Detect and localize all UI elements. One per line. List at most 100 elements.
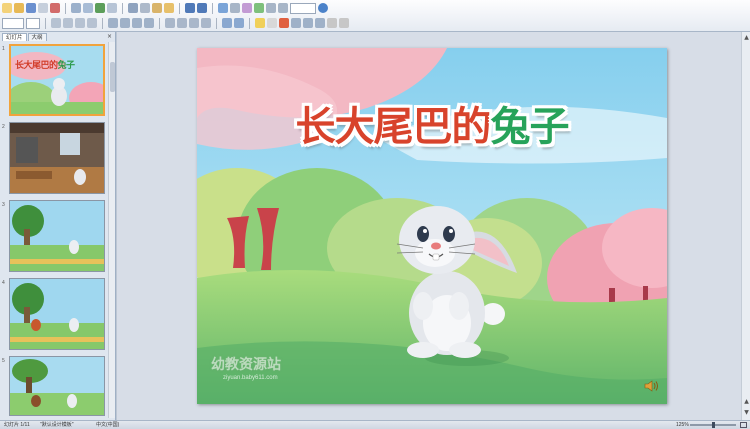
toolbar-divider bbox=[216, 17, 217, 29]
tab-outline[interactable]: 大纲 bbox=[27, 33, 47, 41]
template-name: "默认设计模板" bbox=[40, 422, 74, 428]
thumbnail-1-art bbox=[11, 46, 103, 114]
numbering-icon[interactable] bbox=[165, 18, 175, 28]
status-bar: 幻灯片 1/11 "默认设计模板" 中文(中国) 125% bbox=[0, 420, 750, 429]
thumbnail-4-art bbox=[10, 279, 104, 349]
thumbnail-title-part2: 兔子 bbox=[57, 61, 76, 71]
toolbar-row-formatting bbox=[2, 16, 349, 30]
panel-tabs: 幻灯片 大纲 bbox=[0, 32, 116, 41]
panel-scrollbar-thumb[interactable] bbox=[110, 62, 115, 92]
insert-wordart-icon[interactable] bbox=[242, 3, 252, 13]
new-icon[interactable] bbox=[2, 3, 12, 13]
decrease-font-icon[interactable] bbox=[201, 18, 211, 28]
open-icon[interactable] bbox=[14, 3, 24, 13]
shadow-icon[interactable] bbox=[87, 18, 97, 28]
cut-icon[interactable] bbox=[128, 3, 138, 13]
slide-number: 1 bbox=[2, 46, 5, 52]
design-icon[interactable] bbox=[222, 18, 232, 28]
slide-number: 4 bbox=[2, 280, 5, 286]
tab-slides[interactable]: 幻灯片 bbox=[2, 33, 27, 41]
3d-style-icon[interactable] bbox=[339, 18, 349, 28]
toolbar-divider bbox=[102, 17, 103, 29]
toolbar-divider bbox=[212, 2, 213, 14]
panel-scrollbar[interactable] bbox=[108, 42, 115, 418]
toolbar bbox=[0, 0, 750, 32]
slide-number: 3 bbox=[2, 202, 5, 208]
thumbnail-3-art bbox=[10, 201, 104, 271]
slide-thumbnail-2[interactable] bbox=[9, 122, 105, 194]
font-name-select[interactable] bbox=[2, 17, 24, 29]
help-icon[interactable] bbox=[318, 3, 328, 13]
thumbnail-1-title: 长大尾巴的兔子 bbox=[15, 58, 75, 71]
underline-icon[interactable] bbox=[75, 18, 85, 28]
fill-color-icon[interactable] bbox=[255, 18, 265, 28]
insert-picture-icon[interactable] bbox=[254, 3, 264, 13]
print-icon[interactable] bbox=[71, 3, 81, 13]
undo-icon[interactable] bbox=[185, 3, 195, 13]
slide-thumbnail-3[interactable] bbox=[9, 200, 105, 272]
insert-chart-icon[interactable] bbox=[218, 3, 228, 13]
color-grayscale-icon[interactable] bbox=[278, 3, 288, 13]
copy-icon[interactable] bbox=[140, 3, 150, 13]
title-part2: 兔子 bbox=[490, 104, 570, 150]
next-slide-icon[interactable]: ▼ bbox=[743, 409, 750, 417]
thumbnail-title-part1: 长大尾巴的 bbox=[15, 61, 58, 71]
zoom-slider-handle[interactable] bbox=[712, 422, 715, 428]
speaker-icon[interactable] bbox=[643, 379, 659, 393]
format-painter-icon[interactable] bbox=[164, 3, 174, 13]
paste-icon[interactable] bbox=[152, 3, 162, 13]
close-icon[interactable]: × bbox=[107, 33, 112, 40]
slide-thumbnail-5[interactable] bbox=[9, 356, 105, 416]
slide-thumbnail-1[interactable]: 长大尾巴的兔子 bbox=[9, 44, 105, 116]
increase-font-icon[interactable] bbox=[189, 18, 199, 28]
zoom-select[interactable] bbox=[290, 2, 316, 14]
line-style-icon[interactable] bbox=[291, 18, 301, 28]
font-color-icon[interactable] bbox=[279, 18, 289, 28]
watermark-logo: 幼教资源站 bbox=[211, 357, 281, 373]
permission-icon[interactable] bbox=[38, 3, 48, 13]
watermark-url: ziyuan.baby611.com bbox=[223, 375, 278, 381]
bold-icon[interactable] bbox=[51, 18, 61, 28]
slide-thumbnail-4[interactable] bbox=[9, 278, 105, 350]
slide-number: 5 bbox=[2, 358, 5, 364]
slide-scrollbar[interactable]: ▲ ▲ ▼ bbox=[741, 32, 750, 420]
toolbar-divider bbox=[179, 2, 180, 14]
arrow-style-icon[interactable] bbox=[315, 18, 325, 28]
save-icon[interactable] bbox=[26, 3, 36, 13]
font-size-select[interactable] bbox=[26, 17, 40, 29]
research-icon[interactable] bbox=[107, 3, 117, 13]
align-right-icon[interactable] bbox=[132, 18, 142, 28]
slide-canvas[interactable]: 长大尾巴的兔子 幼教资源站 ziyuan.baby611.com bbox=[197, 48, 667, 404]
italic-icon[interactable] bbox=[63, 18, 73, 28]
title-part1: 长大尾巴的 bbox=[295, 104, 492, 150]
previous-slide-icon[interactable]: ▲ bbox=[743, 398, 750, 406]
justify-icon[interactable] bbox=[144, 18, 154, 28]
zoom-level[interactable]: 125% bbox=[676, 421, 689, 429]
slide-indicator: 幻灯片 1/11 bbox=[4, 422, 30, 428]
slide-title[interactable]: 长大尾巴的兔子 bbox=[197, 94, 667, 152]
print-preview-icon[interactable] bbox=[83, 3, 93, 13]
dash-style-icon[interactable] bbox=[303, 18, 313, 28]
bullets-icon[interactable] bbox=[177, 18, 187, 28]
toolbar-row-standard bbox=[2, 1, 328, 15]
fit-to-window-icon[interactable] bbox=[740, 422, 747, 428]
redo-icon[interactable] bbox=[197, 3, 207, 13]
spelling-icon[interactable] bbox=[95, 3, 105, 13]
new-slide-icon[interactable] bbox=[234, 18, 244, 28]
slide-number: 2 bbox=[2, 124, 5, 130]
slides-panel: 幻灯片 大纲 × 1 长大尾巴的兔子 2 3 4 5 bbox=[0, 32, 116, 420]
insert-table-icon[interactable] bbox=[230, 3, 240, 13]
thumbnail-2-art bbox=[10, 123, 104, 193]
toolbar-divider bbox=[249, 17, 250, 29]
align-center-icon[interactable] bbox=[120, 18, 130, 28]
scroll-up-icon[interactable]: ▲ bbox=[743, 34, 750, 42]
line-color-icon[interactable] bbox=[267, 18, 277, 28]
slide-editor: 长大尾巴的兔子 幼教资源站 ziyuan.baby611.com ▲ ▲ ▼ bbox=[117, 32, 750, 420]
align-left-icon[interactable] bbox=[108, 18, 118, 28]
thumbnail-5-art bbox=[10, 357, 104, 415]
shadow-style-icon[interactable] bbox=[327, 18, 337, 28]
language-indicator[interactable]: 中文(中国) bbox=[96, 421, 119, 429]
email-icon[interactable] bbox=[50, 3, 60, 13]
show-grid-icon[interactable] bbox=[266, 3, 276, 13]
toolbar-divider bbox=[65, 2, 66, 14]
